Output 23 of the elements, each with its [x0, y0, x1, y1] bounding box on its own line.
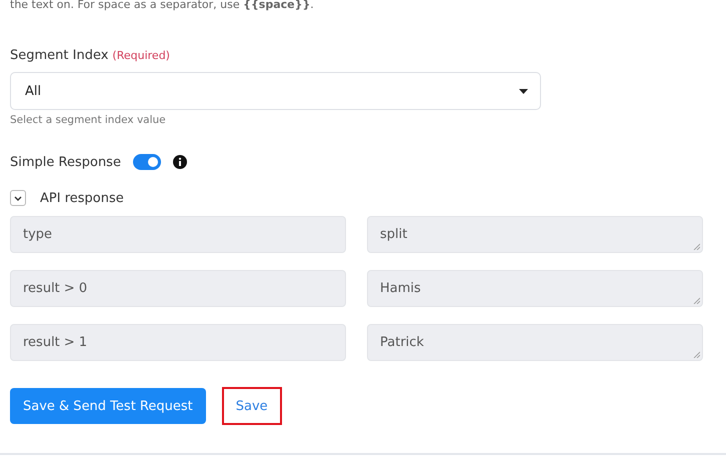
key-field: result > 1 — [10, 324, 346, 361]
value-field[interactable]: split — [367, 216, 703, 253]
segment-index-select[interactable]: All — [10, 72, 541, 110]
field-label: Simple Response — [10, 154, 121, 170]
resize-handle-icon[interactable] — [693, 297, 700, 304]
field-label: Segment Index — [10, 48, 108, 63]
value-field[interactable]: Hamis — [367, 270, 703, 307]
section-title: API response — [40, 190, 124, 206]
resize-handle-icon[interactable] — [693, 351, 700, 358]
caret-icon — [519, 88, 528, 94]
key-field: result > 0 — [10, 270, 346, 307]
chevron-icon — [14, 196, 22, 200]
required-label: (Required) — [112, 49, 170, 62]
save-button[interactable]: Save — [222, 387, 282, 425]
resize-handle-icon[interactable] — [693, 243, 700, 250]
expand-toggle[interactable] — [10, 190, 26, 206]
help-text: Select a segment index value — [10, 114, 167, 126]
hint-text: the text on. For space as a separator, use {{space}}. — [10, 0, 315, 11]
toggle-switch[interactable] — [132, 154, 161, 170]
key-field: type — [10, 216, 346, 253]
value-field[interactable]: Patrick — [367, 324, 703, 361]
send-test-button[interactable]: Save & Send Test Request — [10, 388, 206, 424]
info-icon[interactable] — [172, 155, 187, 169]
